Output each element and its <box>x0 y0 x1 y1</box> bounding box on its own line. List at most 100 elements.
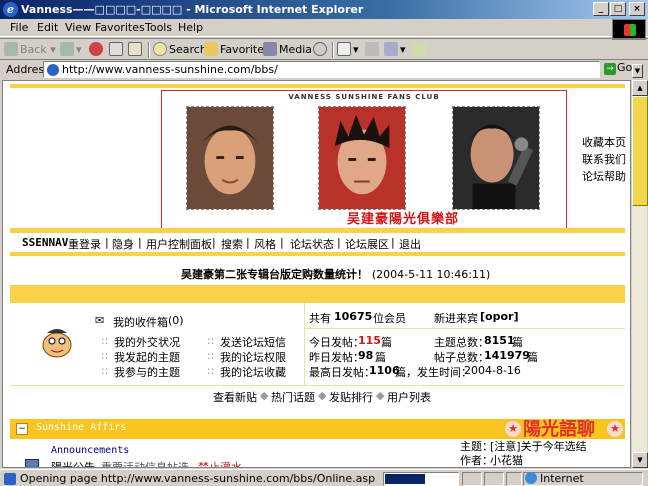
view-new-posts-link[interactable]: 查看新贴 <box>213 389 257 405</box>
vertical-scrollbar[interactable]: ▲ ▼ <box>631 80 648 468</box>
my-participation-link[interactable]: 我参与的主题 <box>114 364 180 380</box>
contact-link[interactable]: 联系我们 <box>582 151 626 167</box>
status-text: Opening page http://www.vanness-sunshine… <box>20 472 375 485</box>
forum-row-desc: 重要活动信息帖选 <box>101 461 189 468</box>
media-label: Media <box>279 43 313 56</box>
announcement-date: (2004-5-11 10:46:11) <box>371 268 491 281</box>
loading-page-icon <box>4 473 16 485</box>
go-label: Go <box>617 61 633 74</box>
favorites-button[interactable]: Favorites <box>204 42 270 56</box>
nav-forum-status[interactable]: 论坛状态 <box>290 236 334 252</box>
announcement[interactable]: 吴建豪第二张专辑台版定购数量统计！ (2004-5-11 10:46:11) <box>181 266 490 282</box>
page-viewport: VANNESS SUNSHINE FANS CLUB 吴建豪陽光俱樂部 收藏本页… <box>2 80 631 468</box>
nav-forum-gallery[interactable]: 论坛展区 <box>345 236 389 252</box>
address-dropdown-icon[interactable]: ▼ <box>632 64 643 78</box>
help-link[interactable]: 论坛帮助 <box>582 168 626 184</box>
print-button[interactable] <box>365 42 381 56</box>
hot-topics-link[interactable]: 热门话题 <box>271 389 315 405</box>
back-button[interactable]: Back ▾ <box>4 42 56 56</box>
bookmark-link[interactable]: 收藏本页 <box>582 134 626 150</box>
menu-file[interactable]: File <box>10 21 28 34</box>
my-permissions-link[interactable]: 我的论坛权限 <box>220 349 286 365</box>
menu-view[interactable]: View <box>65 21 91 34</box>
forum-nav: SSENNAV 重登录 | 隐身 | 用户控制面板 | 搜索 | 风格 | 论坛… <box>10 232 625 256</box>
author-name[interactable]: 小花猫 <box>490 452 523 467</box>
photo-1 <box>186 106 274 210</box>
home-button[interactable] <box>128 42 144 56</box>
mascot-icon <box>39 327 75 359</box>
members-count: 10675 <box>334 310 373 323</box>
progress-fill <box>385 474 425 484</box>
send-message-link[interactable]: 发送论坛短信 <box>220 334 286 350</box>
yesterday-unit: 篇 <box>375 351 386 364</box>
nav-user-panel[interactable]: 用户控制面板 <box>146 236 212 252</box>
photo-2 <box>318 106 406 210</box>
window-title: Vanness——□□□□-□□□□ - Microsoft Internet … <box>21 3 364 16</box>
scroll-down-icon[interactable]: ▼ <box>632 452 648 468</box>
subforum-link[interactable]: Announcements <box>51 445 129 456</box>
announcement-title[interactable]: 吴建豪第二张专辑台版定购数量统计！ <box>181 268 368 281</box>
stop-icon <box>89 42 103 56</box>
posts-unit: 篇 <box>527 351 538 364</box>
forward-button[interactable]: ▾ <box>60 42 82 56</box>
back-arrow-icon <box>4 42 18 56</box>
scroll-up-icon[interactable]: ▲ <box>632 80 648 96</box>
media-icon <box>263 42 277 56</box>
go-arrow-icon: → <box>604 63 616 75</box>
minimize-button[interactable]: _ <box>593 2 609 16</box>
stop-button[interactable] <box>89 42 105 56</box>
menu-bar: File Edit View Favorites Tools Help <box>0 19 648 37</box>
menu-help[interactable]: Help <box>178 21 203 34</box>
search-button[interactable]: Search <box>153 42 207 56</box>
nav-hide[interactable]: 隐身 <box>112 236 134 252</box>
discuss-button[interactable] <box>412 42 428 56</box>
address-input[interactable]: http://www.vanness-sunshine.com/bbs/ ▼ <box>43 61 643 78</box>
close-button[interactable]: × <box>629 2 645 16</box>
panel-header-band <box>10 285 625 303</box>
maximize-button[interactable]: □ <box>610 2 626 16</box>
nav-search[interactable]: 搜索 <box>221 236 243 252</box>
edit-button[interactable]: ▾ <box>384 42 406 56</box>
print-icon <box>365 42 379 56</box>
history-button[interactable] <box>313 42 329 56</box>
nav-style[interactable]: 风格 <box>254 236 276 252</box>
members-suffix: 位会员 <box>373 312 406 325</box>
mail-button[interactable]: ▾ <box>337 42 359 56</box>
go-button[interactable]: → Go <box>604 61 632 75</box>
forward-arrow-icon <box>60 42 74 56</box>
topics-count: 8151 <box>484 334 515 347</box>
nav-logout[interactable]: 退出 <box>399 236 421 252</box>
my-topics-link[interactable]: 我发起的主题 <box>114 349 180 365</box>
user-list-link[interactable]: 用户列表 <box>387 389 431 405</box>
menu-favorites[interactable]: Favorites <box>95 21 145 34</box>
inbox-icon: ✉ <box>95 314 105 327</box>
forum-row-title[interactable]: 陽光公告 <box>51 459 95 467</box>
posts-count: 141979 <box>484 349 530 362</box>
favorites-icon <box>204 42 218 56</box>
scroll-thumb[interactable] <box>632 96 648 206</box>
star-icon-right: ★ <box>607 421 623 437</box>
banner-signature: 吴建豪陽光俱樂部 <box>347 212 460 227</box>
my-favorites-link[interactable]: 我的论坛收藏 <box>220 364 286 380</box>
banner-header: VANNESS SUNSHINE FANS CLUB <box>288 93 440 101</box>
refresh-button[interactable] <box>109 42 125 56</box>
peak-date: 2004-8-16 <box>464 364 521 377</box>
inbox-link[interactable]: 我的收件箱 <box>113 314 168 330</box>
media-button[interactable]: Media <box>263 42 312 56</box>
my-diplomacy-link[interactable]: 我的外交状况 <box>114 334 180 350</box>
back-label: Back <box>20 43 47 56</box>
author-label: 作者： <box>460 454 493 467</box>
yesterday-posts: 98 <box>358 349 374 362</box>
today-posts: 115 <box>358 334 381 347</box>
toolbar: Back ▾ ▾ Search Favorites Media ▾ ▾ <box>0 38 648 60</box>
mail-icon <box>337 42 351 56</box>
menu-edit[interactable]: Edit <box>37 21 58 34</box>
peak-label: 最高日发帖： <box>309 366 375 379</box>
nav-relogin[interactable]: 重登录 <box>68 236 101 252</box>
newest-member[interactable]: [opor] <box>480 310 518 323</box>
post-ranking-link[interactable]: 发贴排行 <box>329 389 373 405</box>
history-icon <box>313 42 327 56</box>
menu-tools[interactable]: Tools <box>145 21 172 34</box>
address-url: http://www.vanness-sunshine.com/bbs/ <box>62 63 278 76</box>
collapse-toggle[interactable]: − <box>16 423 28 435</box>
